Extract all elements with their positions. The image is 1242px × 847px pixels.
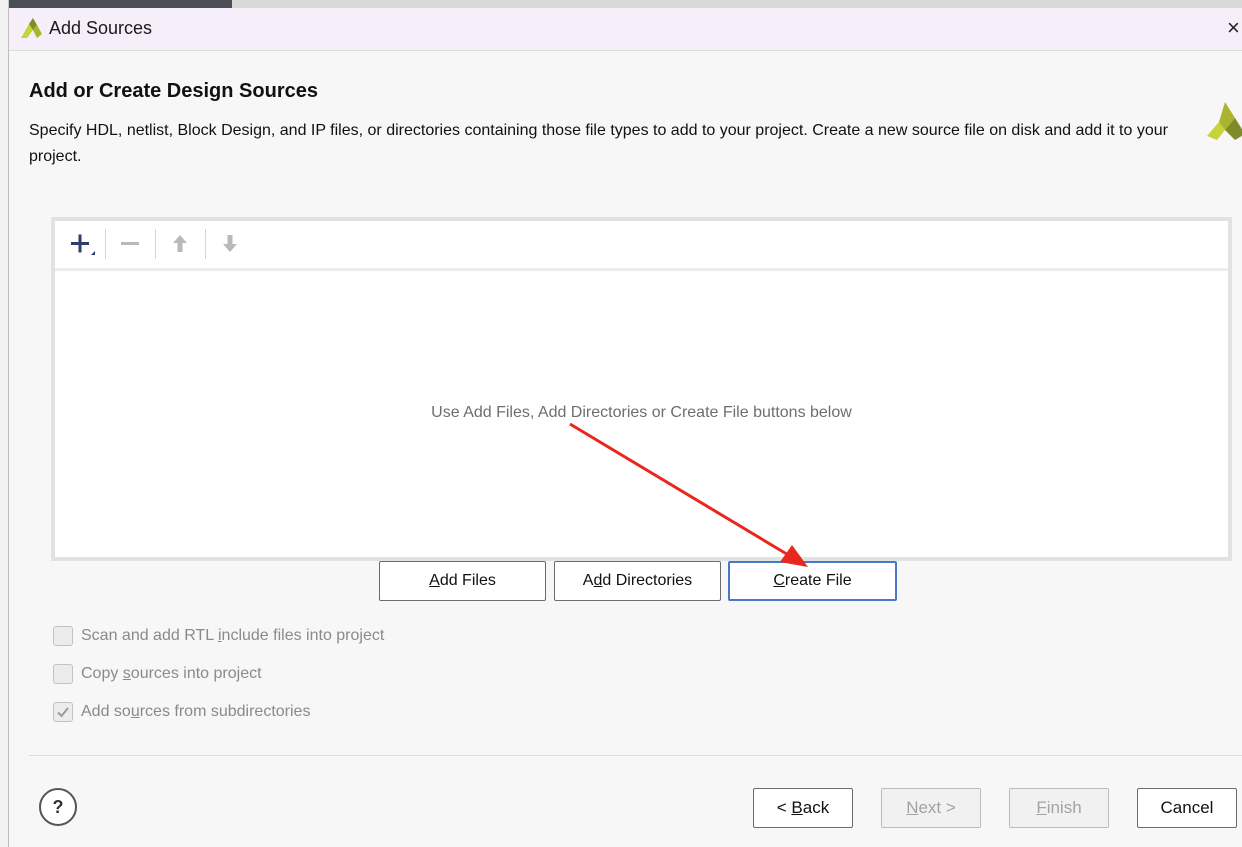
move-down-button[interactable] <box>211 227 251 261</box>
mnemonic: A <box>429 572 440 589</box>
vivado-logo-icon <box>1207 102 1242 140</box>
sources-toolbar <box>55 221 1228 271</box>
button-label: dd Files <box>439 572 496 589</box>
button-label: ext > <box>918 798 956 817</box>
create-file-button[interactable]: Create File <box>728 561 897 601</box>
page-title: Add or Create Design Sources <box>29 80 318 102</box>
close-button[interactable]: × <box>1227 14 1242 42</box>
mnemonic: C <box>773 572 785 589</box>
button-label: ack <box>802 798 830 817</box>
button-label: < <box>776 798 792 817</box>
add-subdirectories-label: Add sources from subdirectories <box>81 703 311 720</box>
page-description: Specify HDL, netlist, Block Design, and … <box>29 122 1168 165</box>
toolbar-separator <box>205 229 206 259</box>
add-files-button[interactable]: Add Files <box>379 561 546 601</box>
scan-rtl-include-label: Scan and add RTL include files into proj… <box>81 627 385 644</box>
vivado-logo-icon <box>21 18 42 38</box>
mnemonic: N <box>906 798 919 817</box>
button-label: d Directories <box>602 572 693 589</box>
add-sources-dialog: Add Sources × Add or Create Design Sourc… <box>8 8 1242 847</box>
footer-divider <box>29 755 1242 756</box>
move-up-button[interactable] <box>161 227 201 261</box>
copy-sources-checkbox[interactable] <box>53 664 73 684</box>
copy-sources-option[interactable]: Copy sources into project <box>53 664 313 688</box>
help-button[interactable]: ? <box>39 788 77 826</box>
button-label: reate File <box>784 572 852 589</box>
next-button[interactable]: Next > <box>881 788 981 828</box>
toolbar-separator <box>155 229 156 259</box>
move-down-icon <box>223 235 237 252</box>
dialog-title: Add Sources <box>49 18 153 38</box>
toolbar-separator <box>105 229 106 259</box>
copy-sources-label: Copy sources into project <box>81 665 262 682</box>
button-label: A <box>582 572 594 589</box>
back-button[interactable]: < Back <box>753 788 853 828</box>
scan-rtl-include-checkbox[interactable] <box>53 626 73 646</box>
sources-list-panel[interactable]: Use Add Files, Add Directories or Create… <box>51 217 1232 561</box>
add-icon <box>71 234 95 255</box>
mnemonic: F <box>1036 798 1047 817</box>
background-window-tab <box>232 0 1242 8</box>
finish-button[interactable]: Finish <box>1009 788 1109 828</box>
add-subdirectories-checkbox[interactable] <box>53 702 73 722</box>
mnemonic: B <box>791 798 803 817</box>
checkmark-icon <box>57 707 69 718</box>
add-button[interactable] <box>61 227 101 261</box>
add-directories-button[interactable]: Add Directories <box>554 561 721 601</box>
empty-list-message: Use Add Files, Add Directories or Create… <box>431 404 852 421</box>
button-label: inish <box>1046 798 1082 817</box>
cancel-button[interactable]: Cancel <box>1137 788 1237 828</box>
add-subdirectories-option[interactable]: Add sources from subdirectories <box>53 702 353 726</box>
remove-button[interactable] <box>111 227 151 261</box>
title-bar: Add Sources × <box>9 8 1242 51</box>
remove-icon <box>121 242 139 245</box>
scan-rtl-include-option[interactable]: Scan and add RTL include files into proj… <box>53 626 453 650</box>
move-up-icon <box>173 235 187 252</box>
